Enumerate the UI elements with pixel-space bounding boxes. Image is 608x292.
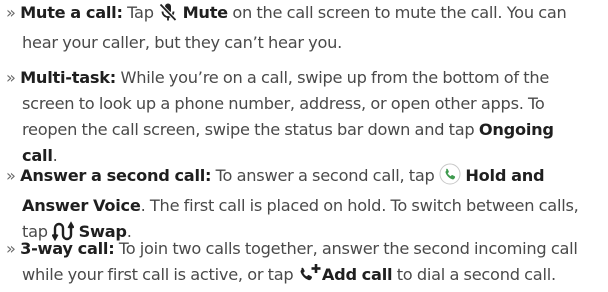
line: » 3-way call: To join two calls together… (6, 236, 606, 262)
ongoing-label: Ongoing (478, 120, 554, 139)
add-call-label: Add call (321, 265, 393, 284)
item-heading: Multi-task: (20, 68, 117, 87)
item-heading: Answer a second call: (20, 166, 212, 185)
item-heading: 3-way call: (20, 239, 115, 258)
mute-label: Mute (182, 3, 229, 22)
text: To join two calls together, answer the s… (114, 239, 578, 258)
text: While you’re on a call, swipe up from th… (116, 68, 550, 87)
line: » Answer a second call: To answer a seco… (6, 163, 606, 193)
hold-and-label: Hold and (465, 166, 545, 185)
muted-microphone-icon (158, 2, 178, 30)
list-item-mute-a-call: » Mute a call: Tap Mute on the call scre… (6, 0, 606, 56)
line: » Mute a call: Tap Mute on the call scre… (6, 0, 606, 30)
text: on the call screen to mute the call. You… (227, 3, 567, 22)
item-heading: Mute a call: (20, 3, 123, 22)
text: while your first call is active, or tap (22, 265, 298, 284)
bullet-marker: » (6, 166, 16, 185)
line: Answer Voice. The first call is placed o… (6, 193, 606, 219)
add-call-icon (298, 262, 322, 292)
text: to dial a second call. (392, 265, 556, 284)
list-item-3-way-call: » 3-way call: To join two calls together… (6, 236, 606, 292)
text: To answer a second call, tap (211, 166, 439, 185)
line: while your first call is active, or tap … (6, 262, 606, 292)
line: screen to look up a phone number, addres… (22, 94, 545, 113)
phone-circle-icon (439, 163, 461, 193)
line: reopen the call screen, swipe the status… (6, 117, 606, 143)
bullet-marker: » (6, 68, 16, 87)
text: . The first call is placed on hold. To s… (140, 196, 579, 215)
text: reopen the call screen, swipe the status… (22, 120, 479, 139)
answer-voice-label: Answer Voice (22, 196, 141, 215)
bullet-marker: » (6, 3, 16, 22)
help-document: » Mute a call: Tap Mute on the call scre… (0, 0, 608, 289)
list-item-multi-task: » Multi-task: While you’re on a call, sw… (6, 65, 606, 169)
line: hear your caller, but they can’t hear yo… (22, 33, 343, 52)
bullet-marker: » (6, 239, 16, 258)
text: Tap (122, 3, 159, 22)
line: » Multi-task: While you’re on a call, sw… (6, 65, 606, 91)
